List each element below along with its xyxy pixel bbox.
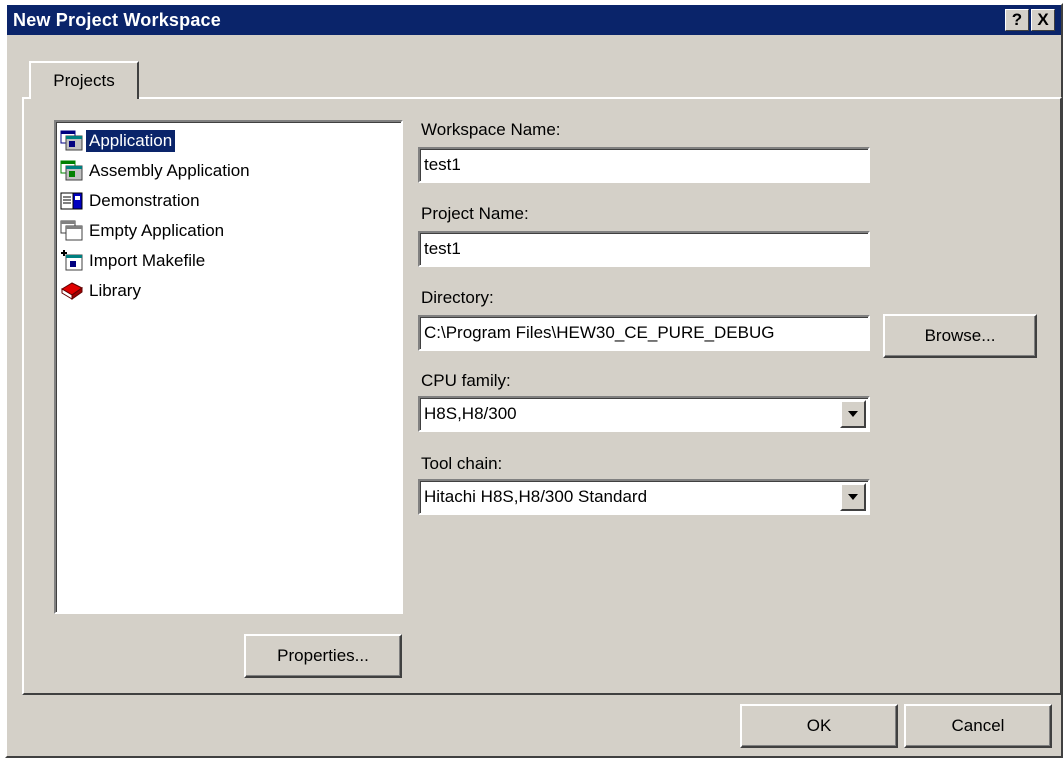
project-type-list[interactable]: Application Assembly Application Demonst… (54, 120, 403, 614)
list-item-label: Demonstration (89, 191, 200, 210)
list-item-empty-application[interactable]: Empty Application (56, 216, 401, 246)
empty-application-icon (60, 220, 84, 242)
list-item-assembly-application[interactable]: Assembly Application (56, 156, 401, 186)
list-item-label: Application (86, 130, 176, 152)
list-item-label: Library (89, 281, 141, 300)
tool-chain-label: Tool chain: (421, 454, 503, 473)
list-item-import-makefile[interactable]: Import Makefile (56, 246, 401, 276)
list-item-label: Empty Application (89, 221, 225, 240)
tool-chain-select[interactable]: Hitachi H8S,H8/300 Standard (418, 479, 870, 515)
application-icon (60, 130, 84, 152)
tool-chain-dropdown-button[interactable] (840, 483, 866, 511)
list-item-demonstration[interactable]: Demonstration (56, 186, 401, 216)
project-name-label: Project Name: (421, 204, 529, 223)
list-item-label: Import Makefile (89, 251, 206, 270)
cpu-family-label: CPU family: (421, 371, 511, 390)
workspace-name-field[interactable]: test1 (418, 147, 870, 183)
browse-button[interactable]: Browse... (883, 314, 1037, 358)
import-makefile-icon (60, 250, 84, 272)
properties-button[interactable]: Properties... (244, 634, 402, 678)
cpu-family-select[interactable]: H8S,H8/300 (418, 396, 870, 432)
list-item-label: Assembly Application (89, 161, 250, 180)
chevron-down-icon (848, 411, 858, 417)
assembly-application-icon (60, 160, 84, 182)
directory-field[interactable]: C:\Program Files\HEW30_CE_PURE_DEBUG (418, 315, 870, 351)
library-book-icon (60, 280, 84, 302)
tab-projects[interactable]: Projects (29, 61, 139, 99)
title-bar[interactable]: New Project Workspace ? X (7, 5, 1061, 35)
project-name-field[interactable]: test1 (418, 231, 870, 267)
directory-label: Directory: (421, 288, 494, 307)
cpu-family-value: H8S,H8/300 (424, 404, 517, 423)
new-project-workspace-dialog: New Project Workspace ? X Projects Appli… (5, 3, 1063, 758)
cpu-family-dropdown-button[interactable] (840, 400, 866, 428)
workspace-name-label: Workspace Name: (421, 120, 561, 139)
list-item-library[interactable]: Library (56, 276, 401, 306)
dialog-title: New Project Workspace (13, 9, 221, 30)
demonstration-icon (60, 190, 84, 212)
ok-button[interactable]: OK (740, 704, 898, 748)
cancel-button[interactable]: Cancel (904, 704, 1052, 748)
list-item-application[interactable]: Application (56, 126, 401, 156)
tool-chain-value: Hitachi H8S,H8/300 Standard (424, 487, 648, 506)
help-button[interactable]: ? (1005, 9, 1029, 31)
close-button[interactable]: X (1031, 9, 1055, 31)
chevron-down-icon (848, 494, 858, 500)
